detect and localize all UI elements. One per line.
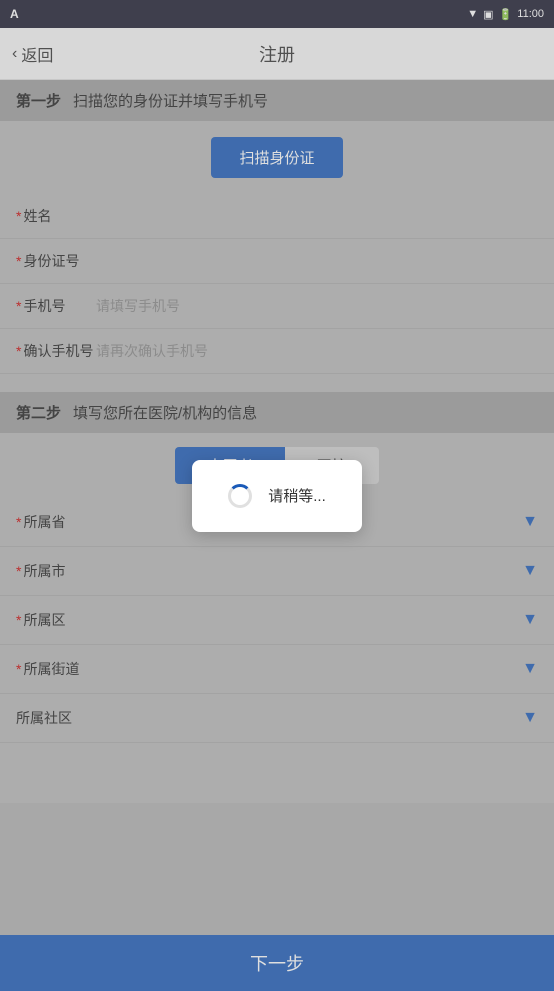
loading-spinner — [228, 484, 252, 508]
loading-box: 请稍等... — [192, 460, 362, 532]
loading-text: 请稍等... — [268, 485, 326, 506]
loading-overlay: 请稍等... — [0, 0, 554, 991]
